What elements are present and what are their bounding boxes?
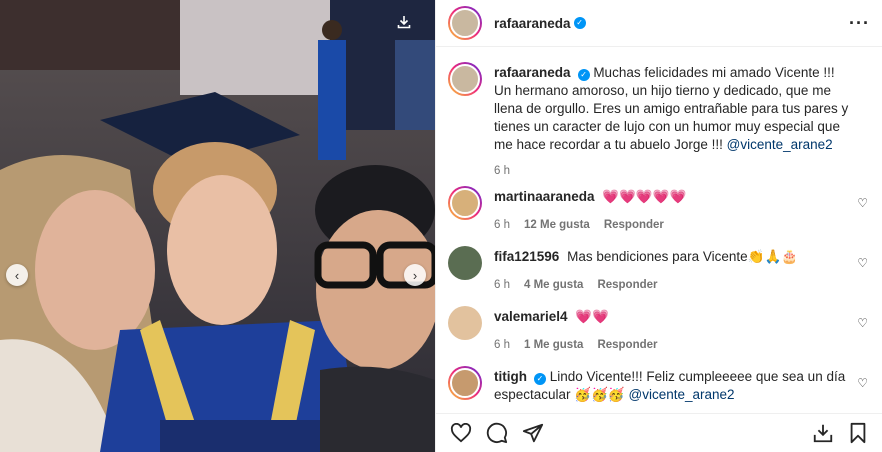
caption-mention[interactable]: @vicente_arane2 [727, 137, 833, 152]
comment-item: martinaaraneda 💗💗💗💗💗 6 h 12 Me gusta Res… [448, 186, 872, 234]
comment-likes[interactable]: 12 Me gusta [524, 216, 590, 234]
comments-list: rafaaraneda ✓ Muchas felicidades mi amado… [436, 48, 882, 408]
photo-illustration [0, 0, 435, 452]
previous-image-button[interactable]: ‹ [6, 264, 28, 286]
bookmark-icon[interactable] [848, 422, 868, 444]
caption-username[interactable]: rafaaraneda [494, 65, 571, 80]
comment-avatar[interactable] [448, 366, 482, 400]
caption: rafaaraneda ✓ Muchas felicidades mi amado… [448, 62, 872, 180]
download-button[interactable] [396, 14, 420, 38]
comment-username[interactable]: fifa121596 [494, 249, 559, 264]
comment-like-heart-icon[interactable]: ♡ [857, 256, 868, 270]
post-header: rafaaraneda ✓ ··· [436, 0, 882, 47]
next-image-button[interactable]: › [404, 264, 426, 286]
share-icon[interactable] [522, 422, 544, 444]
post-photo: ‹ › [0, 0, 435, 452]
verified-icon: ✓ [573, 17, 586, 29]
reply-button[interactable]: Responder [597, 276, 657, 294]
save-to-collection-icon[interactable] [812, 422, 834, 444]
comment-likes[interactable]: 4 Me gusta [524, 276, 583, 294]
comment-time: 6 h [494, 279, 510, 291]
comment-text: 💗💗💗💗💗 [602, 189, 687, 204]
post-side-panel: rafaaraneda ✓ ··· rafaaraneda ✓ Muchas fe… [435, 0, 882, 452]
comment-like-heart-icon[interactable]: ♡ [857, 316, 868, 330]
comment-item: fifa121596 Mas bendiciones para Vicente👏… [448, 246, 872, 294]
comment-like-heart-icon[interactable]: ♡ [857, 376, 868, 390]
comment-text: Mas bendiciones para Vicente👏🙏🎂 [567, 249, 799, 264]
comment-icon[interactable] [486, 422, 508, 444]
verified-icon: ✓ [534, 373, 546, 385]
comment-username[interactable]: titigh [494, 369, 527, 384]
author-avatar[interactable] [448, 6, 482, 40]
verified-icon: ✓ [577, 69, 590, 81]
comment-avatar[interactable] [448, 186, 482, 220]
comment-likes[interactable]: 1 Me gusta [524, 336, 583, 354]
comment-username[interactable]: martinaaraneda [494, 189, 595, 204]
comment-time: 6 h [494, 339, 510, 351]
author-username[interactable]: rafaaraneda [494, 16, 571, 31]
comment-item: valemariel4 💗💗 6 h 1 Me gusta Responder … [448, 306, 872, 354]
caption-avatar[interactable] [448, 62, 482, 96]
download-icon [397, 16, 411, 29]
post-actions [436, 413, 882, 452]
chevron-left-icon: ‹ [14, 267, 20, 283]
reply-button[interactable]: Responder [597, 336, 657, 354]
comment-avatar[interactable] [448, 306, 482, 340]
comment-item: titigh ✓ Lindo Vicente!!! Feliz cumpleeee… [448, 366, 872, 404]
comment-username[interactable]: valemariel4 [494, 309, 568, 324]
comment-time: 6 h [494, 219, 510, 231]
caption-time: 6 h [494, 165, 510, 177]
comment-text: 💗💗 [575, 309, 609, 324]
comment-avatar[interactable] [448, 246, 482, 280]
more-options-icon[interactable]: ··· [849, 13, 870, 34]
comment-like-heart-icon[interactable]: ♡ [857, 196, 868, 210]
comment-mention[interactable]: @vicente_arane2 [629, 387, 735, 402]
chevron-right-icon: › [412, 267, 418, 283]
reply-button[interactable]: Responder [604, 216, 664, 234]
heart-icon[interactable] [450, 423, 472, 443]
